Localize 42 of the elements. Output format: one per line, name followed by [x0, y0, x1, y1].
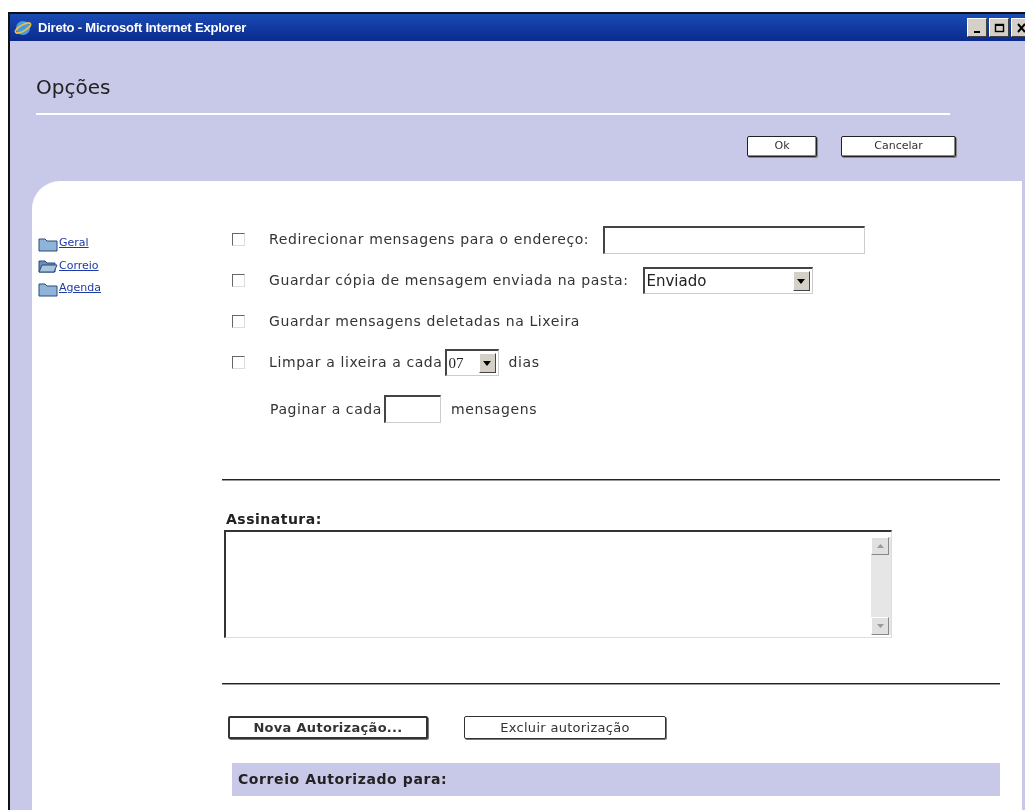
folder-icon [38, 281, 58, 297]
page-title: Opções [36, 77, 112, 97]
action-button[interactable]: Excluir autorização [464, 716, 666, 739]
option-label: mensagens [451, 399, 538, 419]
close-icon [1015, 22, 1025, 33]
signature-label: Assinatura: [226, 510, 323, 529]
folder-icon [38, 236, 58, 252]
checkbox[interactable] [232, 233, 245, 246]
scrollbar[interactable] [871, 537, 891, 635]
scroll-down-icon[interactable] [871, 617, 889, 635]
window-title: Direto - Microsoft Internet Explorer [38, 18, 247, 37]
minimize-button[interactable] [967, 18, 987, 37]
dropdown[interactable]: 07 [444, 349, 499, 376]
maximize-icon [993, 22, 1005, 33]
minimize-icon [974, 30, 980, 33]
action-button[interactable]: Nova Autorização... [228, 716, 428, 739]
scroll-up-icon[interactable] [871, 537, 889, 555]
checkbox[interactable] [232, 274, 245, 287]
sidebar-link[interactable]: Geral [38, 235, 222, 252]
option-label: Redirecionar mensagens para o endereço: [269, 230, 590, 249]
dropdown-arrow-icon [797, 278, 805, 284]
maximize-button[interactable] [989, 18, 1009, 37]
text-field[interactable] [603, 225, 866, 254]
option-label: dias [508, 353, 540, 372]
option-label: Limpar a lixeira a cada [269, 353, 443, 372]
checkbox[interactable] [232, 315, 245, 328]
close-button[interactable] [1011, 18, 1025, 37]
open-folder-icon [38, 259, 58, 274]
option-label: Guardar mensagens deletadas na Lixeira [269, 312, 580, 331]
dialog-button[interactable]: Cancelar [841, 136, 956, 157]
dialog-button[interactable]: Ok [747, 136, 817, 157]
option-label: Paginar a cada [270, 399, 382, 419]
browser-icon [14, 18, 32, 37]
sidebar-link[interactable]: Agenda [38, 280, 222, 297]
dropdown-arrow-icon [483, 360, 492, 366]
dropdown[interactable]: Enviado [642, 267, 813, 294]
option-label: Guardar cópia de mensagem enviada na pasta: [269, 271, 629, 290]
signature-field[interactable] [224, 530, 892, 638]
sidebar-link[interactable]: Correio [38, 257, 222, 274]
checkbox[interactable] [232, 356, 245, 369]
text-field[interactable] [384, 395, 441, 423]
list-header: Correio Autorizado para: [232, 763, 1000, 796]
